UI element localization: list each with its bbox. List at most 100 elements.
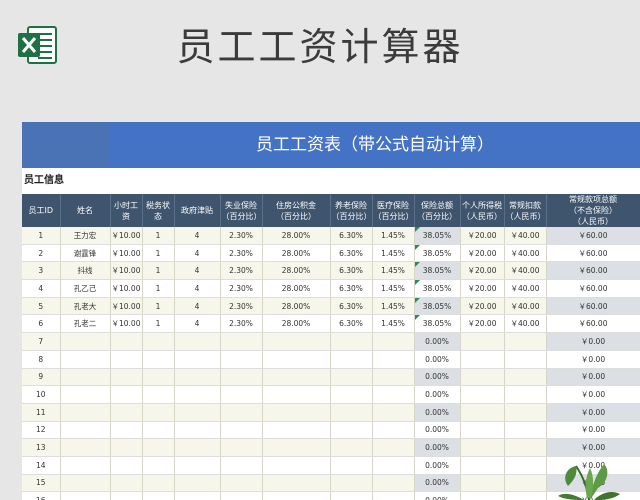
table-cell[interactable] — [262, 474, 331, 493]
table-cell[interactable]: ￥40.00 — [504, 314, 547, 334]
table-cell[interactable]: ￥0.00 — [546, 368, 640, 387]
table-cell[interactable] — [60, 474, 111, 493]
table-cell[interactable] — [262, 385, 331, 404]
table-cell[interactable]: 0.00% — [414, 474, 461, 493]
table-cell[interactable] — [220, 438, 263, 457]
table-cell[interactable]: ￥60.00 — [546, 244, 640, 263]
table-cell[interactable] — [504, 456, 547, 475]
table-cell[interactable]: 10 — [22, 385, 61, 404]
table-cell[interactable] — [372, 456, 415, 475]
table-cell[interactable]: 孔乙己 — [60, 279, 111, 298]
table-cell[interactable]: 28.00% — [262, 244, 331, 263]
table-cell[interactable] — [460, 491, 505, 500]
table-cell[interactable] — [262, 421, 331, 440]
table-cell[interactable]: 2 — [22, 244, 61, 263]
table-cell[interactable]: ￥20.00 — [460, 244, 505, 263]
table-cell[interactable]: ￥60.00 — [546, 261, 640, 281]
table-cell[interactable] — [504, 385, 547, 404]
table-cell[interactable] — [60, 421, 111, 440]
table-cell[interactable] — [504, 332, 547, 351]
table-cell[interactable]: 1 — [142, 244, 175, 263]
table-cell[interactable] — [142, 491, 175, 500]
table-cell[interactable]: 4 — [174, 314, 221, 334]
table-cell[interactable] — [504, 474, 547, 493]
table-cell[interactable] — [372, 385, 415, 404]
table-cell[interactable]: ￥40.00 — [504, 244, 547, 263]
table-cell[interactable] — [60, 350, 111, 369]
table-cell[interactable]: ￥20.00 — [460, 261, 505, 281]
table-cell[interactable] — [174, 350, 221, 369]
table-cell[interactable]: 2.30% — [220, 244, 263, 263]
table-cell[interactable] — [220, 421, 263, 440]
table-cell[interactable]: ￥0.00 — [546, 332, 640, 351]
table-cell[interactable]: ￥40.00 — [504, 279, 547, 298]
table-cell[interactable] — [330, 421, 373, 440]
table-cell[interactable]: 28.00% — [262, 227, 331, 245]
table-cell[interactable] — [372, 332, 415, 351]
table-cell[interactable]: ￥20.00 — [460, 279, 505, 298]
table-cell[interactable]: 6.30% — [330, 227, 373, 245]
table-cell[interactable]: 5 — [22, 297, 61, 316]
table-cell[interactable]: 抖线 — [60, 261, 111, 281]
table-cell[interactable] — [220, 491, 263, 500]
table-cell[interactable] — [460, 350, 505, 369]
table-cell[interactable]: ￥10.00 — [110, 244, 143, 263]
table-cell[interactable] — [330, 385, 373, 404]
table-cell[interactable]: 4 — [174, 244, 221, 263]
table-cell[interactable] — [330, 350, 373, 369]
table-cell[interactable] — [220, 403, 263, 422]
table-cell[interactable] — [220, 474, 263, 493]
table-cell[interactable] — [460, 421, 505, 440]
table-cell[interactable] — [110, 368, 143, 387]
table-cell[interactable]: 1.45% — [372, 227, 415, 245]
table-cell[interactable]: ￥60.00 — [546, 227, 640, 245]
table-cell[interactable]: 1 — [142, 261, 175, 281]
table-cell[interactable] — [110, 350, 143, 369]
table-cell[interactable]: 1 — [142, 297, 175, 316]
table-cell[interactable] — [372, 403, 415, 422]
table-cell[interactable] — [142, 332, 175, 351]
table-cell[interactable]: ￥20.00 — [460, 314, 505, 334]
table-cell[interactable]: ￥40.00 — [504, 227, 547, 245]
table-cell[interactable] — [174, 438, 221, 457]
table-cell[interactable] — [174, 368, 221, 387]
table-cell[interactable]: 4 — [174, 261, 221, 281]
table-cell[interactable]: 2.30% — [220, 227, 263, 245]
table-cell[interactable] — [60, 456, 111, 475]
table-cell[interactable] — [262, 438, 331, 457]
table-cell[interactable]: 28.00% — [262, 297, 331, 316]
table-cell[interactable] — [220, 332, 263, 351]
table-cell[interactable]: 28.00% — [262, 314, 331, 334]
table-cell[interactable]: 0.00% — [414, 385, 461, 404]
table-cell[interactable]: ￥20.00 — [460, 227, 505, 245]
table-cell[interactable]: ￥40.00 — [504, 261, 547, 281]
table-cell[interactable] — [372, 421, 415, 440]
table-cell[interactable]: 6.30% — [330, 261, 373, 281]
table-cell[interactable] — [460, 403, 505, 422]
table-cell[interactable]: ￥0.00 — [546, 350, 640, 369]
table-cell[interactable] — [220, 368, 263, 387]
table-cell[interactable]: 1 — [142, 279, 175, 298]
table-cell[interactable]: 1 — [142, 227, 175, 245]
table-cell[interactable] — [110, 421, 143, 440]
table-cell[interactable] — [110, 385, 143, 404]
table-cell[interactable]: 3 — [22, 261, 61, 281]
table-cell[interactable]: 6.30% — [330, 244, 373, 263]
table-cell[interactable]: 2.30% — [220, 261, 263, 281]
table-cell[interactable] — [330, 474, 373, 493]
table-cell[interactable] — [60, 368, 111, 387]
table-cell[interactable]: 38.05% — [414, 261, 461, 281]
table-cell[interactable]: 28.00% — [262, 261, 331, 281]
table-cell[interactable]: 孔老二 — [60, 314, 111, 334]
table-cell[interactable]: 1.45% — [372, 279, 415, 298]
table-cell[interactable]: 2.30% — [220, 314, 263, 334]
table-cell[interactable]: 0.00% — [414, 421, 461, 440]
table-cell[interactable] — [372, 350, 415, 369]
table-cell[interactable]: 0.00% — [414, 491, 461, 500]
table-cell[interactable] — [110, 403, 143, 422]
table-cell[interactable]: 6 — [22, 314, 61, 334]
table-cell[interactable] — [110, 491, 143, 500]
table-cell[interactable]: ￥0.00 — [546, 421, 640, 440]
table-cell[interactable]: ￥10.00 — [110, 227, 143, 245]
table-cell[interactable] — [460, 368, 505, 387]
